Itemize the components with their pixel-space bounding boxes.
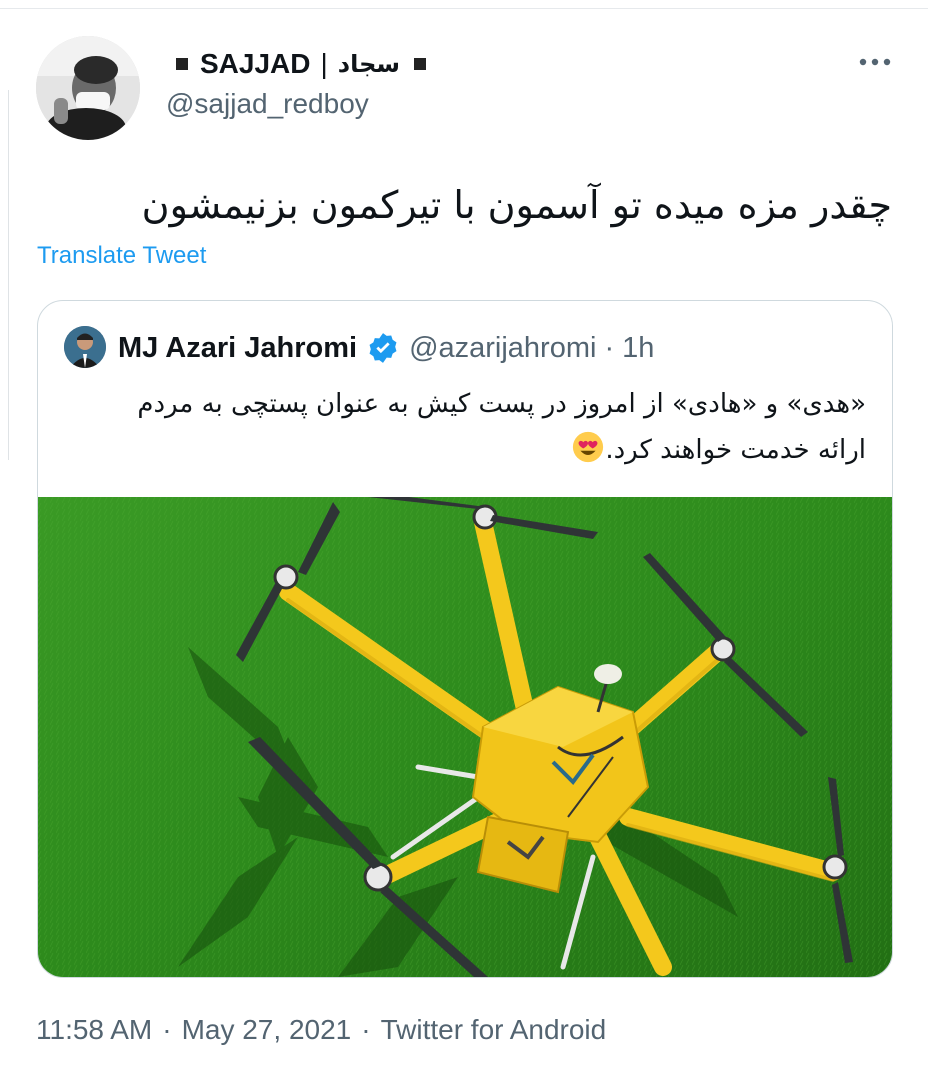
author-name-en: SAJJAD — [200, 48, 311, 79]
tweet-text: چقدر مزه میده تو آسمون با تیرکمون بزنیمش… — [141, 183, 892, 227]
tweet-meta: 11:58 AM · May 27, 2021 · Twitter for An… — [36, 1014, 606, 1046]
quoted-header: MJ Azari Jahromi @azarijahromi · 1h — [118, 327, 654, 369]
square-icon — [176, 58, 188, 70]
avatar[interactable] — [36, 36, 140, 140]
author-name[interactable]: SAJJAD | سجاد — [176, 44, 426, 84]
thread-edge — [0, 90, 9, 460]
quoted-avatar[interactable] — [64, 326, 106, 368]
meta-separator: · — [361, 1014, 371, 1045]
quoted-handle[interactable]: @azarijahromi — [409, 332, 596, 365]
top-divider — [0, 8, 928, 9]
quoted-text: «هدی» و «هادی» از امروز در پست کیش به عن… — [137, 389, 866, 465]
tweet-time[interactable]: 11:58 AM — [36, 1014, 152, 1046]
quoted-timestamp[interactable]: 1h — [622, 332, 654, 365]
quoted-display-name[interactable]: MJ Azari Jahromi — [118, 332, 357, 365]
translate-tweet-link[interactable]: Translate Tweet — [37, 242, 206, 270]
heart-eyes-emoji — [573, 431, 604, 463]
drone-photo[interactable] — [38, 497, 892, 977]
quoted-avatar-photo — [64, 326, 106, 368]
more-horizontal-icon[interactable] — [858, 56, 892, 68]
quoted-text-wrap: «هدی» و «هادی» از امروز در پست کیش به عن… — [86, 381, 866, 473]
author-name-fa: سجاد — [337, 50, 400, 78]
tweet-source[interactable]: Twitter for Android — [381, 1014, 607, 1046]
quoted-dot: · — [604, 331, 615, 364]
quoted-tweet[interactable]: MJ Azari Jahromi @azarijahromi · 1h «هدی… — [37, 300, 893, 978]
author-name-separator: | — [320, 48, 328, 79]
meta-separator: · — [162, 1014, 172, 1045]
verified-badge-icon — [369, 333, 397, 363]
square-icon — [414, 58, 426, 70]
avatar-photo — [36, 36, 140, 140]
tweet-date[interactable]: May 27, 2021 — [182, 1014, 352, 1046]
author-handle[interactable]: @sajjad_redboy — [166, 88, 369, 120]
